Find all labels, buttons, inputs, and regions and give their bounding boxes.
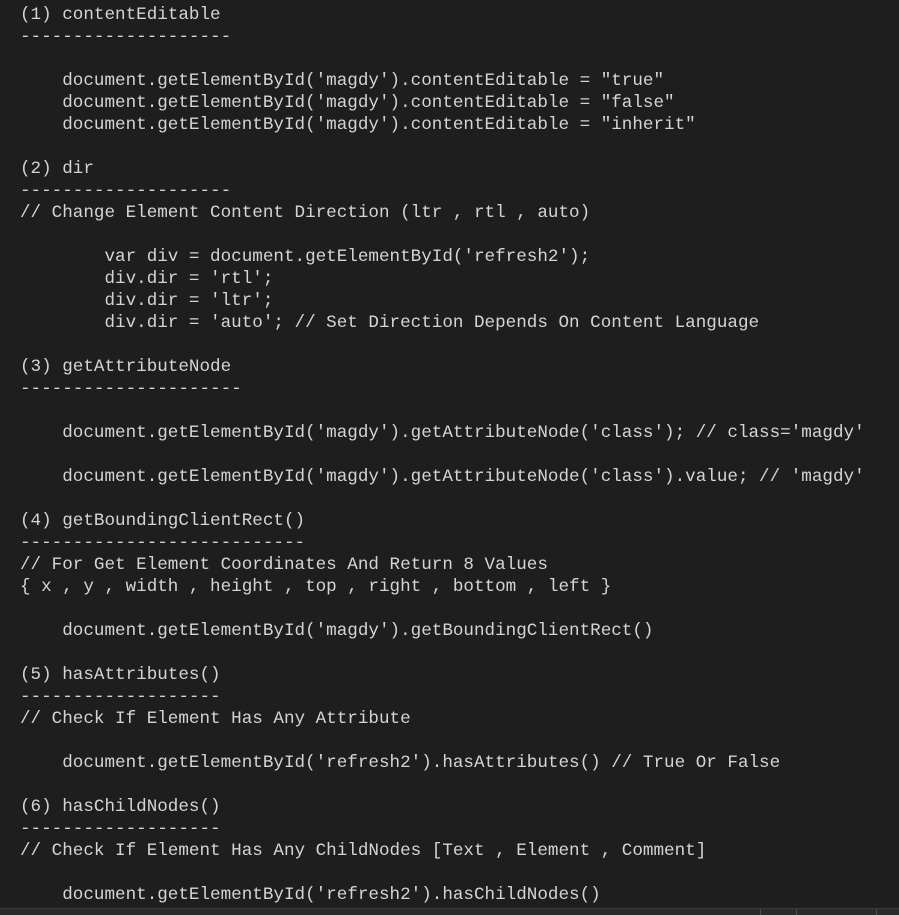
code-line: div.dir = 'auto'; // Set Direction Depen… <box>20 313 760 333</box>
code-line: -------------------- <box>20 181 232 201</box>
code-line: (4) getBoundingClientRect() <box>20 511 306 531</box>
code-line: { x , y , width , height , top , right ,… <box>20 577 612 597</box>
code-line: (1) contentEditable <box>20 5 221 25</box>
status-bar <box>0 908 899 915</box>
code-line: document.getElementById('magdy').getAttr… <box>20 423 865 443</box>
code-line: document.getElementById('magdy').content… <box>20 93 675 113</box>
code-line: document.getElementById('magdy').content… <box>20 71 665 91</box>
status-bar-divider <box>796 909 797 915</box>
code-text[interactable]: (1) contentEditable -------------------- … <box>20 4 865 906</box>
code-line: (2) dir <box>20 159 94 179</box>
code-line: -------------------- <box>20 27 232 47</box>
code-line: div.dir = 'rtl'; <box>20 269 274 289</box>
code-line: var div = document.getElementById('refre… <box>20 247 591 267</box>
code-line: ------------------- <box>20 819 221 839</box>
code-line: document.getElementById('magdy').getAttr… <box>20 467 865 487</box>
code-line: document.getElementById('refresh2').hasA… <box>20 753 781 773</box>
code-line: document.getElementById('magdy').getBoun… <box>20 621 654 641</box>
code-line: // Check If Element Has Any Attribute <box>20 709 411 729</box>
code-line: ------------------- <box>20 687 221 707</box>
code-editor[interactable]: (1) contentEditable -------------------- … <box>0 0 899 908</box>
code-line: --------------------- <box>20 379 242 399</box>
code-line: (6) hasChildNodes() <box>20 797 221 817</box>
code-line: document.getElementById('magdy').content… <box>20 115 696 135</box>
status-bar-divider <box>760 909 761 915</box>
code-line: --------------------------- <box>20 533 306 553</box>
code-line: (5) hasAttributes() <box>20 665 221 685</box>
code-line: div.dir = 'ltr'; <box>20 291 274 311</box>
code-line: document.getElementById('refresh2').hasC… <box>20 885 601 905</box>
code-line: // Change Element Content Direction (ltr… <box>20 203 591 223</box>
code-line: // For Get Element Coordinates And Retur… <box>20 555 548 575</box>
code-line: (3) getAttributeNode <box>20 357 232 377</box>
status-bar-divider <box>876 909 877 915</box>
code-line: // Check If Element Has Any ChildNodes [… <box>20 841 707 861</box>
